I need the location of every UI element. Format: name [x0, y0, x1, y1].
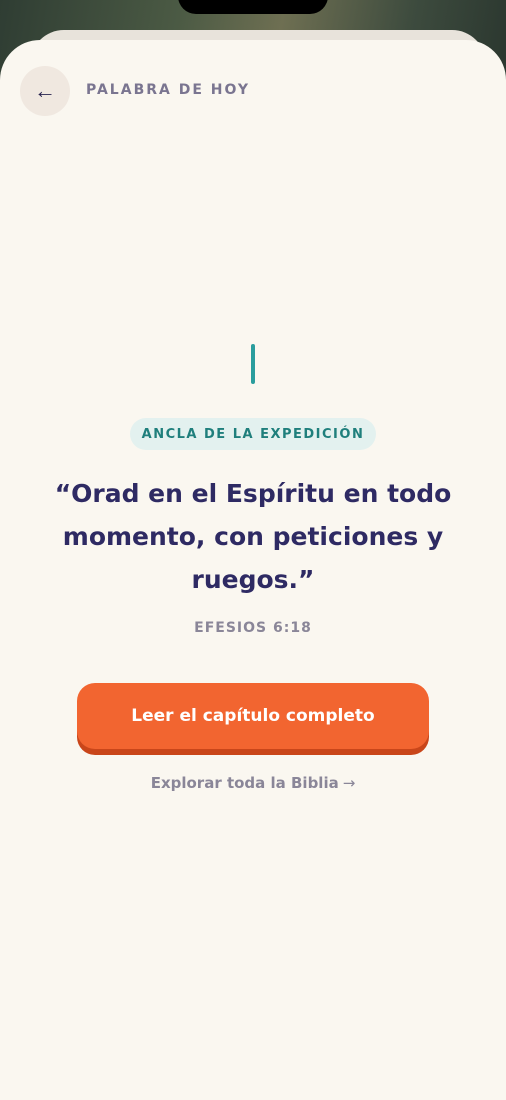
anchor-badge: ANCLA DE LA EXPEDICIÓN: [130, 418, 376, 450]
arrow-right-icon: →: [342, 774, 356, 792]
page-title: PALABRA DE HOY: [86, 82, 251, 98]
explore-bible-link[interactable]: Explorar toda la Biblia →: [0, 774, 506, 792]
arrow-left-icon: ←: [34, 78, 56, 103]
verse-reference: EFESIOS 6:18: [194, 620, 312, 636]
accent-divider: [251, 344, 255, 384]
device-notch: [178, 0, 328, 14]
back-button[interactable]: ←: [20, 66, 70, 116]
verse-text: “Orad en el Espíritu en todo momento, co…: [54, 479, 452, 594]
explore-bible-label: Explorar toda la Biblia: [150, 774, 339, 792]
read-chapter-button[interactable]: Leer el capítulo completo: [77, 683, 429, 749]
